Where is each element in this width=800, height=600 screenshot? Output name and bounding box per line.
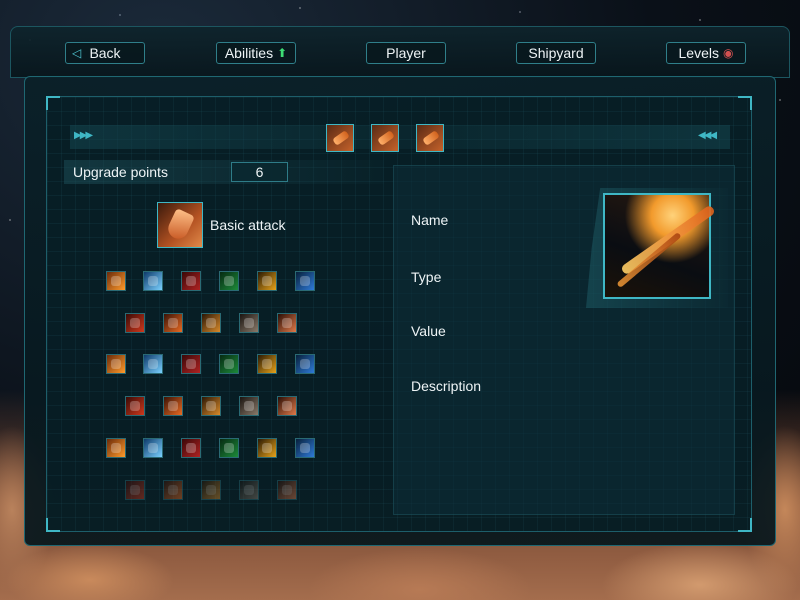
green-shield-skill-icon[interactable] — [219, 438, 239, 458]
ice-bolt-skill-icon[interactable] — [143, 271, 163, 291]
red-swirl-skill-icon[interactable] — [125, 313, 145, 333]
levels-button[interactable]: Levels ◉ — [666, 42, 746, 64]
back-arrow-icon: ◁ — [72, 46, 82, 60]
mushroom-cloud-skill-icon[interactable] — [277, 313, 297, 333]
player-button[interactable]: Player — [366, 42, 446, 64]
blade-slash-skill-icon[interactable] — [239, 480, 259, 500]
back-button-label: Back — [89, 45, 121, 61]
blade-slash-skill-icon[interactable] — [239, 396, 259, 416]
green-shield-skill-icon[interactable] — [219, 354, 239, 374]
details-value-label: Value — [411, 323, 446, 339]
mushroom-cloud-skill-icon[interactable] — [277, 480, 297, 500]
chevron-right-icon: ▶▶▶ — [74, 130, 93, 141]
selected-skill-name: Basic attack — [210, 217, 286, 233]
details-name-label: Name — [411, 212, 449, 228]
red-rune-skill-icon[interactable] — [181, 438, 201, 458]
up-arrow-badge-icon: ⬆ — [277, 46, 288, 60]
cross-star-skill-icon[interactable] — [257, 354, 277, 374]
back-button[interactable]: ◁ Back — [65, 42, 145, 64]
top-nav-bar: ◁ Back Abilities ⬆ Player Shipyard Level… — [10, 26, 790, 78]
red-swirl-skill-icon[interactable] — [125, 480, 145, 500]
basic-attack-icon[interactable] — [157, 202, 203, 248]
planet-icon: ◉ — [722, 46, 734, 60]
blue-ring-skill-icon[interactable] — [295, 271, 315, 291]
frame-corner — [738, 518, 752, 532]
blue-ring-skill-icon[interactable] — [295, 354, 315, 374]
hammer-strike-skill-icon[interactable] — [201, 313, 221, 333]
frame-corner — [738, 96, 752, 110]
tab-basic-attack[interactable] — [326, 124, 354, 152]
shipyard-button-label: Shipyard — [528, 45, 584, 61]
category-tab-strip — [70, 125, 730, 149]
abilities-button-label: Abilities — [224, 45, 274, 61]
frame-corner — [46, 518, 60, 532]
shipyard-button[interactable]: Shipyard — [516, 42, 596, 64]
player-button-label: Player — [386, 45, 426, 61]
abilities-button[interactable]: Abilities ⬆ — [216, 42, 296, 64]
details-description-label: Description — [411, 378, 482, 394]
details-type-label: Type — [411, 269, 442, 285]
blade-slash-skill-icon[interactable] — [239, 313, 259, 333]
fire-burst-skill-icon[interactable] — [163, 396, 183, 416]
beam-graphic — [616, 231, 682, 289]
hammer-strike-skill-icon[interactable] — [201, 396, 221, 416]
tab-laser[interactable] — [371, 124, 399, 152]
fire-shot-skill-icon[interactable] — [106, 271, 126, 291]
green-shield-skill-icon[interactable] — [219, 271, 239, 291]
fire-burst-skill-icon[interactable] — [163, 313, 183, 333]
upgrade-points-value: 6 — [231, 162, 288, 182]
chevron-left-icon: ◀◀◀ — [698, 130, 717, 141]
frame-corner — [46, 96, 60, 110]
fire-shot-skill-icon[interactable] — [106, 354, 126, 374]
mushroom-cloud-skill-icon[interactable] — [277, 396, 297, 416]
fire-shot-skill-icon[interactable] — [106, 438, 126, 458]
fire-burst-skill-icon[interactable] — [163, 480, 183, 500]
blue-ring-skill-icon[interactable] — [295, 438, 315, 458]
cross-star-skill-icon[interactable] — [257, 438, 277, 458]
ice-bolt-skill-icon[interactable] — [143, 438, 163, 458]
upgrade-points-label: Upgrade points — [73, 164, 168, 180]
red-swirl-skill-icon[interactable] — [125, 396, 145, 416]
levels-button-label: Levels — [678, 45, 719, 61]
hammer-strike-skill-icon[interactable] — [201, 480, 221, 500]
red-rune-skill-icon[interactable] — [181, 354, 201, 374]
cross-star-skill-icon[interactable] — [257, 271, 277, 291]
tab-missile[interactable] — [416, 124, 444, 152]
red-rune-skill-icon[interactable] — [181, 271, 201, 291]
skill-preview-image — [603, 193, 716, 299]
ice-bolt-skill-icon[interactable] — [143, 354, 163, 374]
